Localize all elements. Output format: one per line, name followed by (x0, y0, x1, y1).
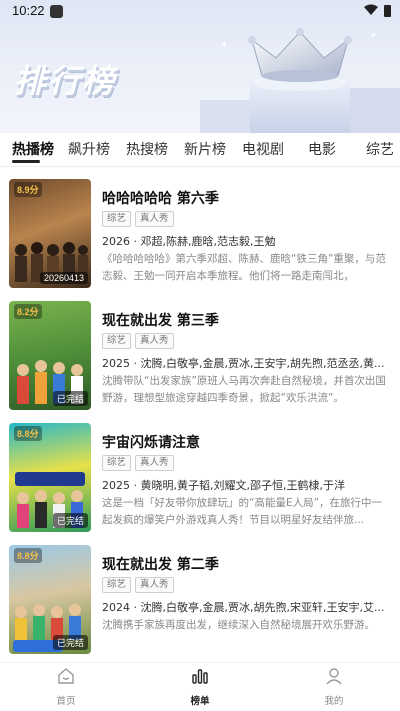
tab-hot-search[interactable]: 热搜榜 (126, 139, 168, 159)
nav-profile-label: 我的 (324, 696, 344, 707)
status-badge: 已完结 (52, 513, 88, 528)
rating-score: 8.8分 (14, 548, 42, 563)
ranking-list-item[interactable]: 8.8分 已完结 宇宙闪烁请注意 综艺 真人秀 2025 · 黄晓明,黄子韬,刘耀… (0, 423, 400, 535)
page-title: 排行榜 (14, 62, 117, 100)
poster-image: 8.8分 已完结 (9, 423, 91, 532)
tab-variety[interactable]: 综艺 (366, 139, 394, 159)
ranking-list-item[interactable]: 8.9分 20260413 哈哈哈哈哈 第六季 综艺 真人秀 2026 · 邓超,… (0, 179, 400, 291)
chart-bars-icon (192, 669, 208, 684)
item-description: 沈腾携手家族再度出发，继续深入自然秘境展开欢乐野游。 (102, 619, 375, 631)
tabs-divider (0, 166, 400, 167)
item-title: 宇宙闪烁请注意 (102, 435, 200, 451)
genre-tag: 综艺 (102, 333, 132, 349)
tab-tv-series[interactable]: 电视剧 (242, 139, 284, 159)
status-bar: 10:22 (0, 0, 400, 24)
item-description: 《哈哈哈哈哈》第六季邓超、陈赫、鹿晗“铁三角”重聚，与范志毅、王勉一同开启本季旅… (102, 253, 386, 282)
notification-icon (50, 5, 63, 18)
ranking-banner: 10:22 排行榜 ✦ ✦ (0, 0, 400, 133)
poster-image: 8.8分 已完结 (9, 545, 91, 654)
wifi-icon (364, 4, 378, 15)
genre-tag: 综艺 (102, 211, 132, 227)
nav-profile[interactable]: 我的 (304, 666, 364, 707)
svg-text:✦: ✦ (220, 40, 228, 51)
genre-tag: 真人秀 (135, 333, 174, 349)
tab-movie[interactable]: 电影 (308, 139, 336, 159)
genre-tag: 真人秀 (135, 577, 174, 593)
ranking-list-item[interactable]: 8.2分 已完结 现在就出发 第三季 综艺 真人秀 2025 · 沈腾,白敬亭,金… (0, 301, 400, 413)
genre-tag: 综艺 (102, 577, 132, 593)
tag-list: 综艺 真人秀 (102, 455, 178, 472)
item-description: 沈腾带队“出发家族”原班人马再次奔赴自然秘境，并首次出国野游，理想型旅途穿越四季… (102, 375, 386, 404)
rating-score: 8.2分 (14, 304, 42, 319)
tag-list: 综艺 真人秀 (102, 577, 178, 594)
poster-image: 8.2分 已完结 (9, 301, 91, 410)
rating-score: 8.8分 (14, 426, 42, 441)
svg-text:✦: ✦ (370, 31, 377, 40)
tab-new[interactable]: 新片榜 (184, 139, 226, 159)
nav-home[interactable]: 首页 (36, 666, 96, 707)
tag-list: 综艺 真人秀 (102, 333, 178, 350)
item-title: 哈哈哈哈哈 第六季 (102, 191, 219, 207)
crown-trophy-illustration: ✦ ✦ (200, 28, 400, 133)
active-tab-indicator (12, 160, 40, 163)
status-time: 10:22 (12, 3, 45, 18)
item-title: 现在就出发 第二季 (102, 557, 219, 573)
nav-home-label: 首页 (56, 696, 76, 707)
ranking-tabs: 热播榜 飙升榜 热搜榜 新片榜 电视剧 电影 综艺 (0, 133, 400, 163)
genre-tag: 真人秀 (135, 211, 174, 227)
battery-icon (384, 5, 391, 17)
nav-ranking-label: 榜单 (190, 696, 210, 707)
tab-hot-play[interactable]: 热播榜 (12, 139, 54, 159)
item-title: 现在就出发 第三季 (102, 313, 219, 329)
item-meta: 2024 · 沈腾,白敬亭,金晨,贾冰,胡先煦,宋亚轩,王安宇,艾... (102, 601, 385, 614)
status-badge: 已完结 (52, 635, 88, 650)
poster-image: 8.9分 20260413 (9, 179, 91, 288)
ranking-list-item[interactable]: 8.8分 已完结 现在就出发 第二季 综艺 真人秀 2024 · 沈腾,白敬亭,金… (0, 545, 400, 657)
status-badge: 已完结 (52, 391, 88, 406)
rating-score: 8.9分 (14, 182, 42, 197)
user-icon (326, 668, 342, 685)
genre-tag: 综艺 (102, 455, 132, 471)
item-meta: 2026 · 邓超,陈赫,鹿晗,范志毅,王勉 (102, 235, 276, 248)
tag-list: 综艺 真人秀 (102, 211, 178, 228)
tab-rising[interactable]: 飙升榜 (68, 139, 110, 159)
genre-tag: 真人秀 (135, 455, 174, 471)
item-meta: 2025 · 黄晓明,黄子韬,刘耀文,邵子恒,王鹤棣,于洋 (102, 479, 345, 492)
home-icon (58, 668, 74, 684)
update-badge: 20260413 (39, 272, 88, 284)
item-meta: 2025 · 沈腾,白敬亭,金晨,贾冰,王安宇,胡先煦,范丞丞,黄... (102, 357, 385, 370)
nav-ranking[interactable]: 榜单 (170, 666, 230, 707)
item-description: 这是一档「好友带你放肆玩」的“高能量E人局”，在旅行中一起发疯的爆笑户外游戏真人… (102, 497, 383, 526)
bottom-nav: 首页 榜单 我的 (0, 662, 400, 711)
